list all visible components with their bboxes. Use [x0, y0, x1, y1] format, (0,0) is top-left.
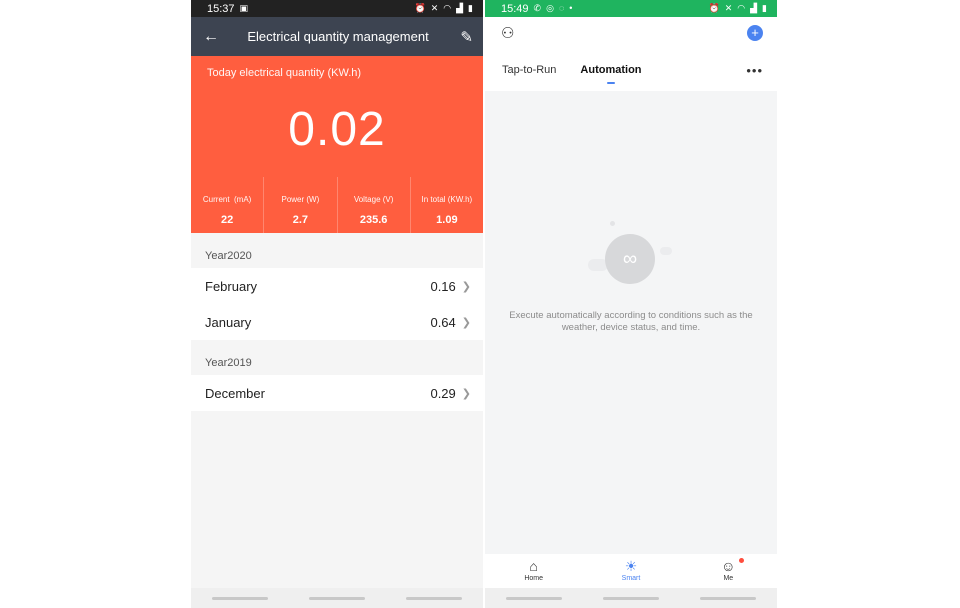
mute-icon: ✕ [430, 3, 439, 13]
page-title: Electrical quantity management [247, 29, 429, 44]
nav-back-button[interactable] [406, 596, 463, 600]
sun-icon: ☀ [624, 558, 638, 574]
bottom-nav-label: Smart [621, 575, 641, 582]
today-quantity-value: 0.02 [288, 103, 386, 156]
system-nav-bar [485, 588, 777, 608]
user-profile-icon[interactable]: ⚇ [501, 24, 514, 42]
battery-icon: ▮ [762, 3, 767, 13]
image-icon: ▣ [239, 3, 249, 13]
edit-pencil-icon[interactable]: ✎ [453, 28, 473, 46]
phone-call-icon: ✆ [533, 3, 542, 13]
more-options-icon[interactable]: ••• [746, 63, 763, 78]
bottom-nav-home[interactable]: ⌂ Home [485, 554, 582, 588]
tab-automation[interactable]: Automation [580, 64, 642, 84]
phone-right: 15:49 ✆ ◎ ◌ • ⏰ ✕ ◠ ▟ ▮ ⚇ + Tap-to-Run A… [485, 0, 777, 608]
signal-icon: ▟ [456, 3, 464, 13]
status-bar: 15:37 ▣ ⏰ ✕ ◠ ▟ ▮ [191, 0, 483, 17]
wifi-icon: ◠ [737, 3, 746, 13]
bottom-nav-label: Home [524, 575, 543, 582]
notification-dot-icon: • [569, 3, 573, 13]
bottom-nav-smart[interactable]: ☀ Smart [582, 554, 679, 588]
signal-icon: ▟ [750, 3, 758, 13]
home-icon: ⌂ [529, 558, 538, 574]
scene-tabs: Tap-to-Run Automation ••• [485, 49, 777, 91]
month-list-2019: December 0.29 ❯ [191, 375, 483, 411]
month-row-december[interactable]: December 0.29 ❯ [191, 375, 483, 411]
nav-recent-button[interactable] [211, 596, 268, 600]
stat-label: Voltage (V) [353, 195, 394, 204]
bottom-nav: ⌂ Home ☀ Smart ☺ Me [485, 554, 777, 588]
month-name: January [205, 314, 252, 330]
mute-icon: ✕ [724, 3, 733, 13]
month-value: 0.64 [430, 314, 456, 330]
month-value: 0.16 [430, 278, 456, 294]
month-name: December [205, 385, 265, 401]
alarm-icon: ⏰ [414, 3, 426, 13]
today-quantity-panel: Today electrical quantity (KW.h) 0.02 Cu… [191, 56, 483, 233]
chevron-right-icon: ❯ [461, 387, 471, 400]
today-quantity-label: Today electrical quantity (KW.h) [207, 67, 362, 79]
month-value: 0.29 [430, 385, 456, 401]
phone-left: 15:37 ▣ ⏰ ✕ ◠ ▟ ▮ ← Electrical quantity … [191, 0, 483, 608]
app-header: ← Electrical quantity management ✎ [191, 17, 483, 56]
nav-recent-button[interactable] [505, 596, 562, 600]
back-arrow-icon[interactable]: ← [203, 28, 223, 46]
automation-illustration: ∞ [588, 221, 674, 284]
month-name: February [205, 278, 258, 294]
bottom-nav-me[interactable]: ☺ Me [680, 554, 777, 588]
stat-value: 1.09 [436, 214, 458, 226]
stats-row: Current (mA) 22 Power (W) 2.7 Voltage (V… [191, 177, 483, 233]
stat-value: 235.6 [359, 214, 388, 226]
month-row-january[interactable]: January 0.64 ❯ [191, 304, 483, 340]
tab-tap-to-run[interactable]: Tap-to-Run [502, 64, 556, 76]
bottom-nav-label: Me [723, 575, 734, 582]
nav-home-button[interactable] [308, 596, 365, 600]
notification-badge [739, 558, 745, 563]
year-header-2019: Year2019 [205, 357, 252, 369]
status-bar: 15:49 ✆ ◎ ◌ • ⏰ ✕ ◠ ▟ ▮ [485, 0, 777, 17]
system-nav-bar [191, 588, 483, 608]
profile-icon: ☺ [680, 557, 777, 575]
automation-loop-icon: ∞ [605, 234, 655, 284]
alarm-icon: ⏰ [708, 3, 720, 13]
chevron-right-icon: ❯ [461, 316, 471, 329]
top-bar: ⚇ + [485, 17, 777, 49]
stat-value: 22 [221, 214, 234, 226]
stat-label: In total (KW.h) [421, 195, 473, 204]
status-time: 15:49 [501, 2, 529, 15]
stat-label: Power (W) [281, 195, 320, 204]
instagram-icon: ◎ [546, 3, 554, 13]
nav-back-button[interactable] [700, 596, 757, 600]
whatsapp-icon: ◌ [558, 3, 565, 13]
stat-label: Current (mA) [202, 195, 252, 204]
month-row-february[interactable]: February 0.16 ❯ [191, 268, 483, 304]
add-plus-button[interactable]: + [747, 25, 763, 41]
stat-value: 2.7 [292, 214, 309, 226]
stat-power: Power (W) 2.7 [263, 177, 336, 233]
chevron-right-icon: ❯ [461, 280, 471, 293]
nav-home-button[interactable] [602, 596, 659, 600]
battery-icon: ▮ [468, 3, 473, 13]
stat-current: Current (mA) 22 [191, 177, 263, 233]
stat-voltage: Voltage (V) 235.6 [336, 177, 410, 233]
empty-state-text: Execute automatically according to condi… [509, 310, 753, 333]
stat-total: In total (KW.h) 1.09 [409, 177, 483, 233]
status-time: 15:37 [207, 2, 235, 15]
year-header-2020: Year2020 [205, 250, 252, 262]
automation-empty-state: ∞ Execute automatically according to con… [485, 91, 777, 554]
wifi-icon: ◠ [443, 3, 452, 13]
month-list-2020: February 0.16 ❯ January 0.64 ❯ [191, 268, 483, 340]
